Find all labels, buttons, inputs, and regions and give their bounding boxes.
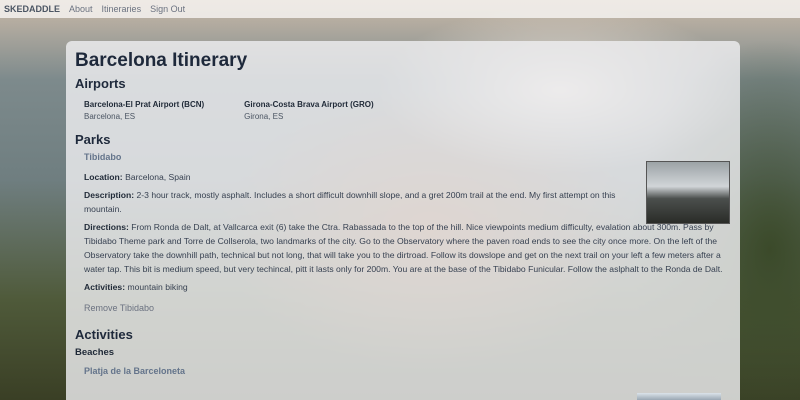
airport-city: Girona, ES bbox=[244, 112, 284, 121]
park-directions: Directions: From Ronda de Dalt, at Vallc… bbox=[84, 220, 724, 276]
park-image bbox=[646, 161, 730, 224]
nav-sign-out[interactable]: Sign Out bbox=[150, 4, 185, 14]
park-description: Description: 2-3 hour track, mostly asph… bbox=[84, 188, 629, 216]
airports-heading: Airports bbox=[75, 76, 126, 91]
remove-park-button[interactable]: Remove Tibidabo bbox=[84, 302, 731, 315]
park-item: Tibidabo Location: Barcelona, Spain Desc… bbox=[84, 151, 731, 315]
nav-about[interactable]: About bbox=[69, 4, 93, 14]
activity-name[interactable]: Platja de la Barceloneta bbox=[84, 365, 731, 378]
page-title: Barcelona Itinerary bbox=[75, 50, 248, 71]
activities-value: mountain biking bbox=[127, 282, 188, 292]
location-label: Location: bbox=[84, 172, 123, 182]
park-activities: Activities: mountain biking bbox=[84, 280, 629, 294]
activity-image bbox=[637, 393, 721, 400]
airport-city: Barcelona, ES bbox=[84, 112, 136, 121]
activity-category: Beaches bbox=[75, 347, 115, 358]
park-name[interactable]: Tibidabo bbox=[84, 151, 731, 164]
airport-item: Girona-Costa Brava Airport (GRO) Girona,… bbox=[244, 99, 374, 122]
brand-link[interactable]: SKEDADDLE bbox=[4, 4, 60, 14]
description-label: Description: bbox=[84, 190, 135, 200]
parks-heading: Parks bbox=[75, 132, 111, 147]
directions-label: Directions: bbox=[84, 222, 129, 232]
itinerary-card: Barcelona Itinerary Airports Barcelona-E… bbox=[66, 41, 740, 400]
description-value: 2-3 hour track, mostly asphalt. Includes… bbox=[84, 190, 616, 214]
directions-value: From Ronda de Dalt, at Vallcarca exit (6… bbox=[84, 222, 723, 274]
airport-name: Girona-Costa Brava Airport (GRO) bbox=[244, 100, 374, 109]
nav-itineraries[interactable]: Itineraries bbox=[102, 4, 142, 14]
airport-item: Barcelona-El Prat Airport (BCN) Barcelon… bbox=[84, 99, 204, 122]
park-location: Location: Barcelona, Spain bbox=[84, 170, 629, 184]
activities-label: Activities: bbox=[84, 282, 126, 292]
airport-name: Barcelona-El Prat Airport (BCN) bbox=[84, 100, 205, 109]
top-nav: SKEDADDLE About Itineraries Sign Out bbox=[0, 0, 800, 18]
activities-heading: Activities bbox=[75, 327, 133, 342]
airport-list: Barcelona-El Prat Airport (BCN) Barcelon… bbox=[84, 99, 731, 122]
location-value: Barcelona, Spain bbox=[125, 172, 191, 182]
